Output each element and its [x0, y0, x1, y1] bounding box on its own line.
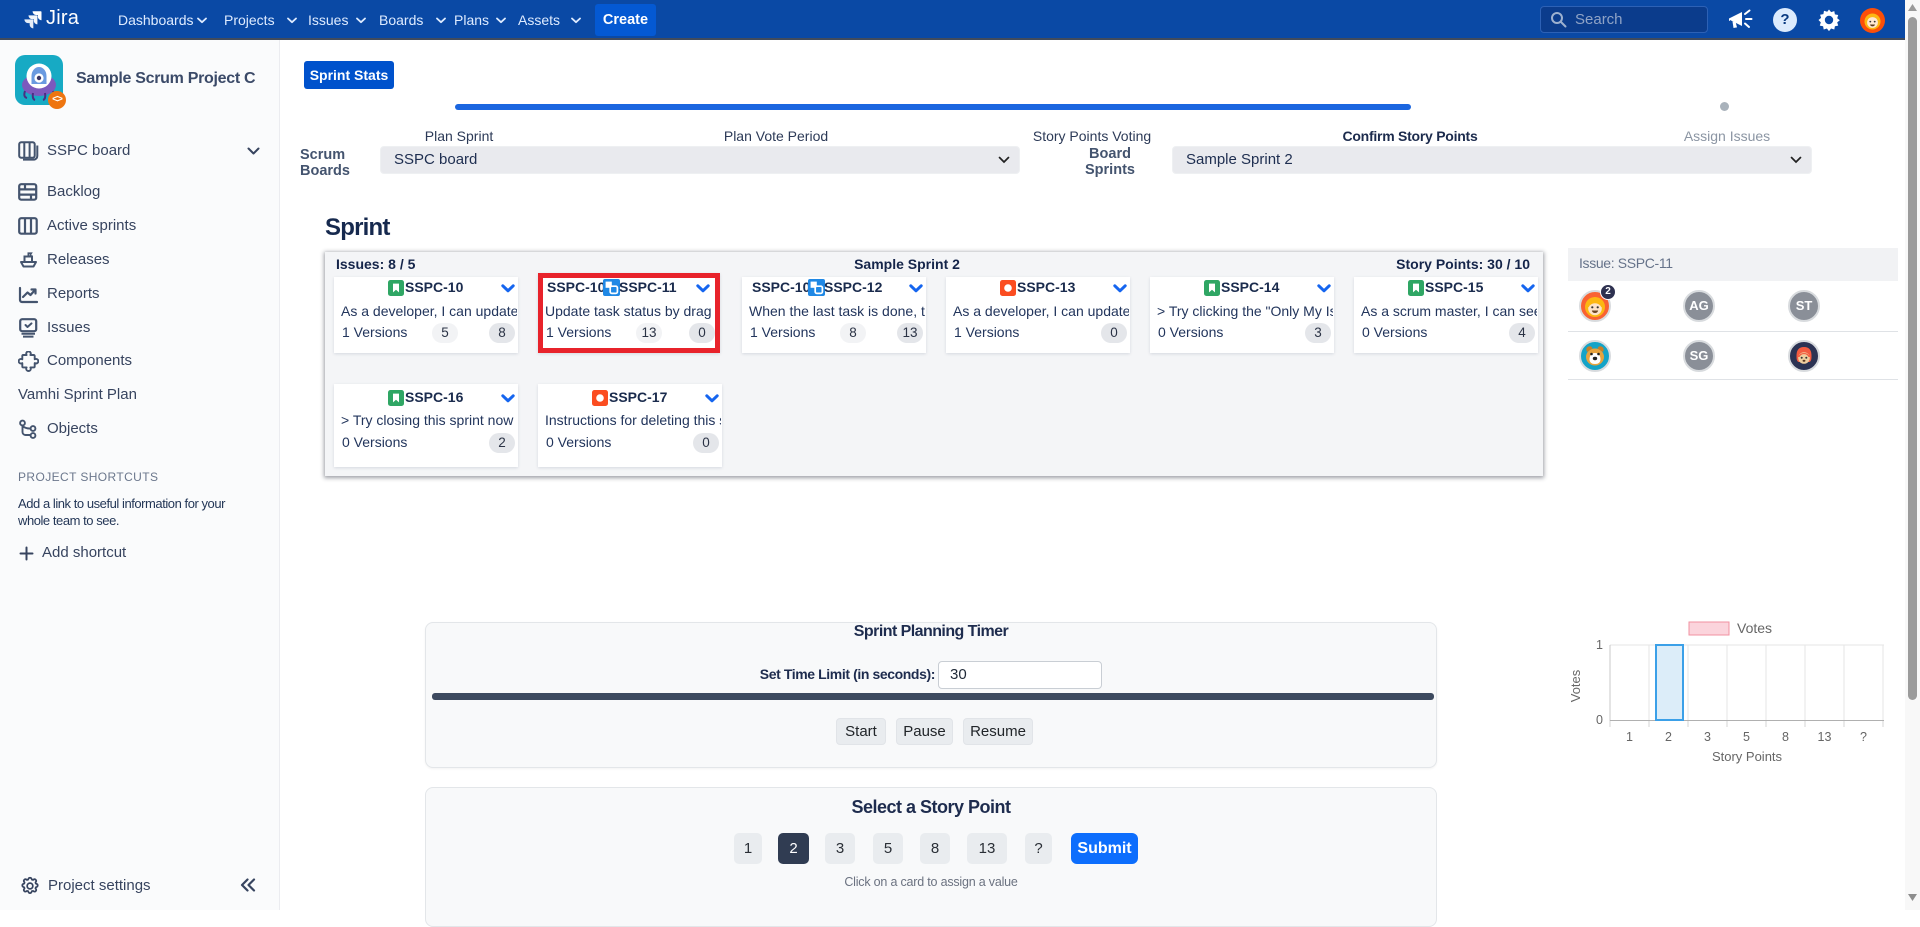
svg-text:8: 8	[1782, 730, 1789, 744]
svg-text:?: ?	[1860, 730, 1867, 744]
svg-text:5: 5	[1743, 730, 1750, 744]
svg-text:Story Points: Story Points	[1712, 749, 1783, 764]
svg-text:2: 2	[1665, 730, 1672, 744]
svg-text:Votes: Votes	[1737, 620, 1772, 636]
svg-text:1: 1	[1626, 730, 1633, 744]
svg-text:Votes: Votes	[1568, 669, 1583, 702]
svg-text:13: 13	[1818, 730, 1832, 744]
svg-text:0: 0	[1596, 713, 1603, 727]
svg-text:1: 1	[1596, 638, 1603, 652]
svg-text:3: 3	[1704, 730, 1711, 744]
